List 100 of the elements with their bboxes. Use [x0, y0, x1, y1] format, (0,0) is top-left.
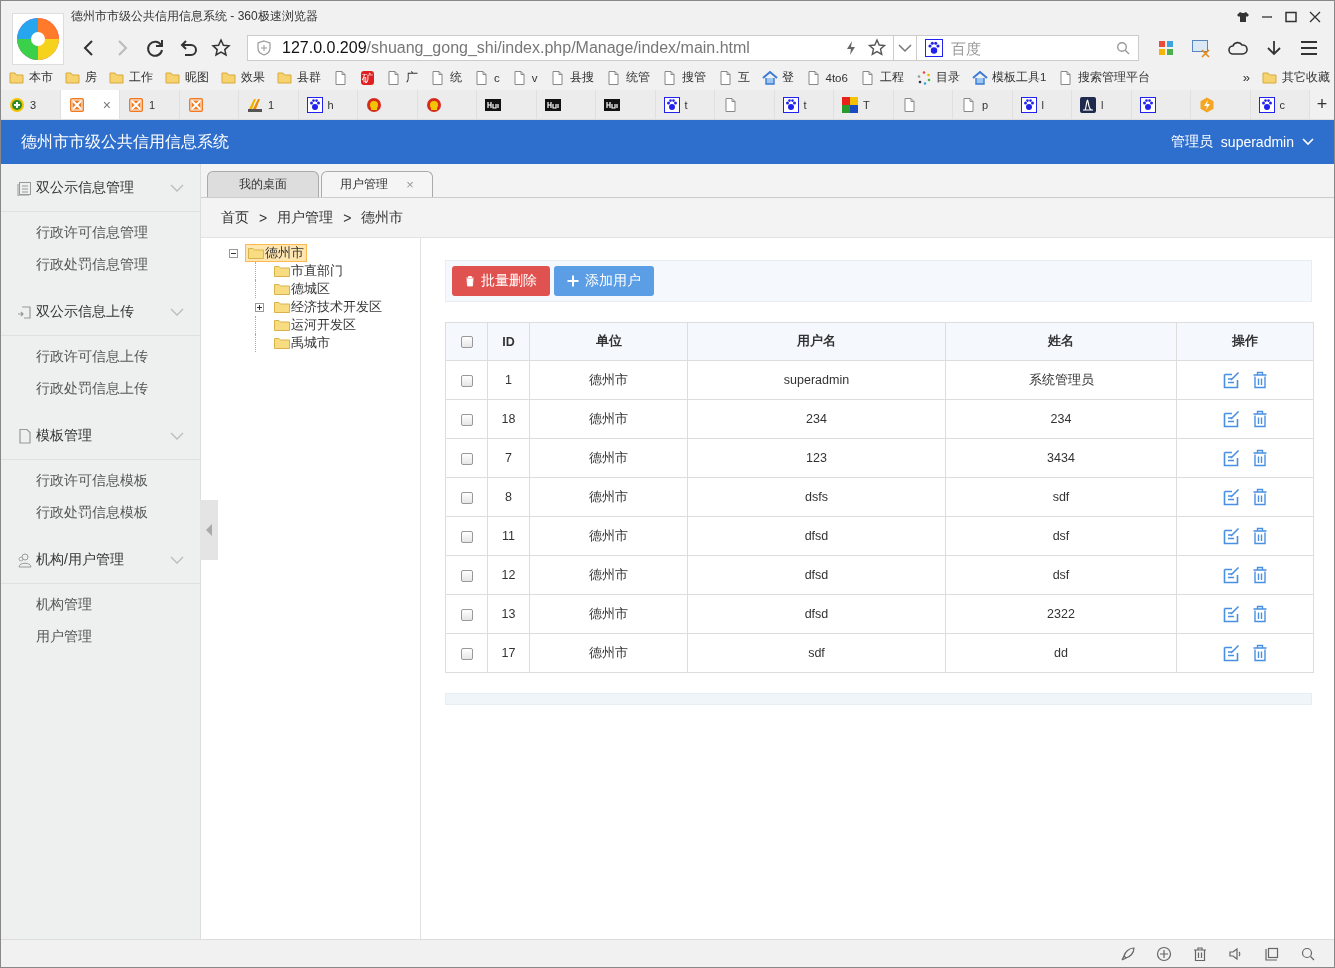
bolt-icon[interactable]: [845, 40, 858, 56]
bookmark[interactable]: 统: [430, 69, 462, 86]
browser-tab[interactable]: [1131, 90, 1191, 119]
menu-icon[interactable]: [1300, 40, 1318, 56]
apps-icon[interactable]: [1158, 40, 1174, 56]
tree-node[interactable]: 禹城市: [271, 334, 333, 352]
breadcrumb-item[interactable]: 用户管理: [277, 208, 334, 227]
bookmark[interactable]: c: [474, 69, 500, 86]
dropdown-toggle[interactable]: [894, 35, 918, 61]
menu-group[interactable]: 机构/用户管理: [1, 536, 200, 584]
bookmark[interactable]: 模板工具1: [971, 69, 1047, 86]
browser-tab[interactable]: ×: [60, 90, 120, 119]
browser-tab[interactable]: t: [655, 90, 715, 119]
bookmark[interactable]: 县群: [277, 69, 321, 86]
menu-item[interactable]: 行政处罚信息上传: [1, 372, 200, 404]
bookmark[interactable]: 效果: [221, 69, 265, 86]
browser-tab[interactable]: 1: [120, 90, 180, 119]
delete-button[interactable]: 批量删除: [452, 266, 550, 296]
edit-icon[interactable]: [1222, 566, 1240, 584]
menu-group[interactable]: 双公示信息上传: [1, 288, 200, 336]
star-icon[interactable]: [867, 38, 888, 58]
download-icon[interactable]: [1265, 39, 1283, 57]
checkbox[interactable]: [460, 374, 473, 387]
bookmark[interactable]: [333, 69, 349, 86]
browser-tab[interactable]: c: [1250, 90, 1310, 119]
trash-icon[interactable]: [1252, 644, 1268, 662]
checkbox[interactable]: [460, 647, 473, 660]
shirt-icon[interactable]: [1236, 11, 1250, 23]
browser-tab[interactable]: [596, 90, 656, 119]
checkbox[interactable]: [460, 530, 473, 543]
trash-icon[interactable]: [1252, 605, 1268, 623]
browser-tab[interactable]: T: [834, 90, 894, 119]
close-tab-button[interactable]: ×: [102, 96, 111, 113]
bookmark[interactable]: 房: [65, 69, 97, 86]
checkbox[interactable]: [460, 569, 473, 582]
bookmark[interactable]: 互: [717, 69, 750, 86]
trash-icon[interactable]: [1252, 449, 1268, 467]
edit-icon[interactable]: [1222, 410, 1240, 428]
browser-tab[interactable]: l: [1012, 90, 1072, 119]
trash-icon[interactable]: [1252, 488, 1268, 506]
bookmark[interactable]: 目录: [915, 69, 960, 86]
cloud-icon[interactable]: [1228, 40, 1248, 56]
checkbox[interactable]: [460, 336, 473, 349]
bookmark[interactable]: 县搜: [549, 69, 594, 86]
bookmark[interactable]: 昵图: [165, 69, 209, 86]
checkbox[interactable]: [460, 491, 473, 504]
browser-tab[interactable]: [536, 90, 596, 119]
window-icon[interactable]: [1264, 945, 1280, 962]
menu-group[interactable]: 双公示信息管理: [1, 164, 200, 212]
menu-item[interactable]: 行政处罚信息模板: [1, 496, 200, 528]
bookmark[interactable]: 矿: [361, 70, 374, 85]
reload-icon[interactable]: [144, 37, 166, 59]
bookmark[interactable]: v: [511, 69, 538, 86]
menu-item[interactable]: 行政处罚信息管理: [1, 248, 200, 280]
close-icon[interactable]: [1308, 11, 1322, 23]
trash-icon[interactable]: [1252, 566, 1268, 584]
edit-icon[interactable]: [1222, 371, 1240, 389]
breadcrumb-item[interactable]: 首页: [221, 208, 249, 227]
expand-icon[interactable]: [255, 302, 264, 312]
menu-item[interactable]: 机构管理: [1, 588, 200, 620]
menu-group[interactable]: 模板管理: [1, 412, 200, 460]
user-menu[interactable]: 管理员 superadmin: [1170, 133, 1314, 151]
address-bar[interactable]: 127.0.0.209/shuang_gong_shi/index.php/Manage/index/main.html: [247, 35, 895, 61]
menu-item[interactable]: 用户管理: [1, 620, 200, 652]
edit-icon[interactable]: [1222, 644, 1240, 662]
trash-icon[interactable]: [1252, 410, 1268, 428]
search-field[interactable]: 百度: [949, 38, 1110, 58]
search-icon[interactable]: [1116, 41, 1130, 55]
checkbox[interactable]: [460, 413, 473, 426]
breadcrumb-item[interactable]: 德州市: [361, 208, 404, 227]
maximize-icon[interactable]: [1284, 11, 1298, 23]
screenshot-icon[interactable]: [1191, 38, 1211, 58]
tree-node[interactable]: 德州市: [245, 244, 307, 262]
checkbox[interactable]: [460, 608, 473, 621]
collapse-handle[interactable]: [200, 500, 218, 560]
menu-item[interactable]: 行政许可信息上传: [1, 340, 200, 372]
bookmark[interactable]: 统管: [605, 69, 650, 86]
bookmark[interactable]: 工程: [859, 69, 904, 86]
bookmark[interactable]: 广: [386, 69, 418, 86]
trash-icon[interactable]: [1252, 527, 1268, 545]
more-bookmarks-button[interactable]: »: [1242, 70, 1250, 85]
trash-icon[interactable]: [1192, 945, 1208, 962]
browser-tab[interactable]: [477, 90, 537, 119]
menu-item[interactable]: 行政许可信息管理: [1, 216, 200, 248]
edit-icon[interactable]: [1222, 488, 1240, 506]
tree-node[interactable]: 德城区: [271, 280, 333, 298]
trash-icon[interactable]: [1252, 371, 1268, 389]
edit-icon[interactable]: [1222, 449, 1240, 467]
bookmark[interactable]: 工作: [109, 69, 153, 86]
new-tab-button[interactable]: +: [1310, 90, 1334, 119]
menu-item[interactable]: 行政许可信息模板: [1, 464, 200, 496]
bookmark[interactable]: 登: [761, 69, 794, 86]
browser-tab[interactable]: h: [298, 90, 358, 119]
collapse-icon[interactable]: [229, 248, 238, 258]
page-tab[interactable]: 我的桌面: [207, 171, 319, 197]
tree-node[interactable]: 运河开发区: [271, 316, 359, 334]
edit-icon[interactable]: [1222, 527, 1240, 545]
bookmark[interactable]: 搜管: [661, 69, 706, 86]
browser-tab[interactable]: 3: [1, 90, 61, 119]
bookmark[interactable]: 本市: [9, 69, 53, 86]
